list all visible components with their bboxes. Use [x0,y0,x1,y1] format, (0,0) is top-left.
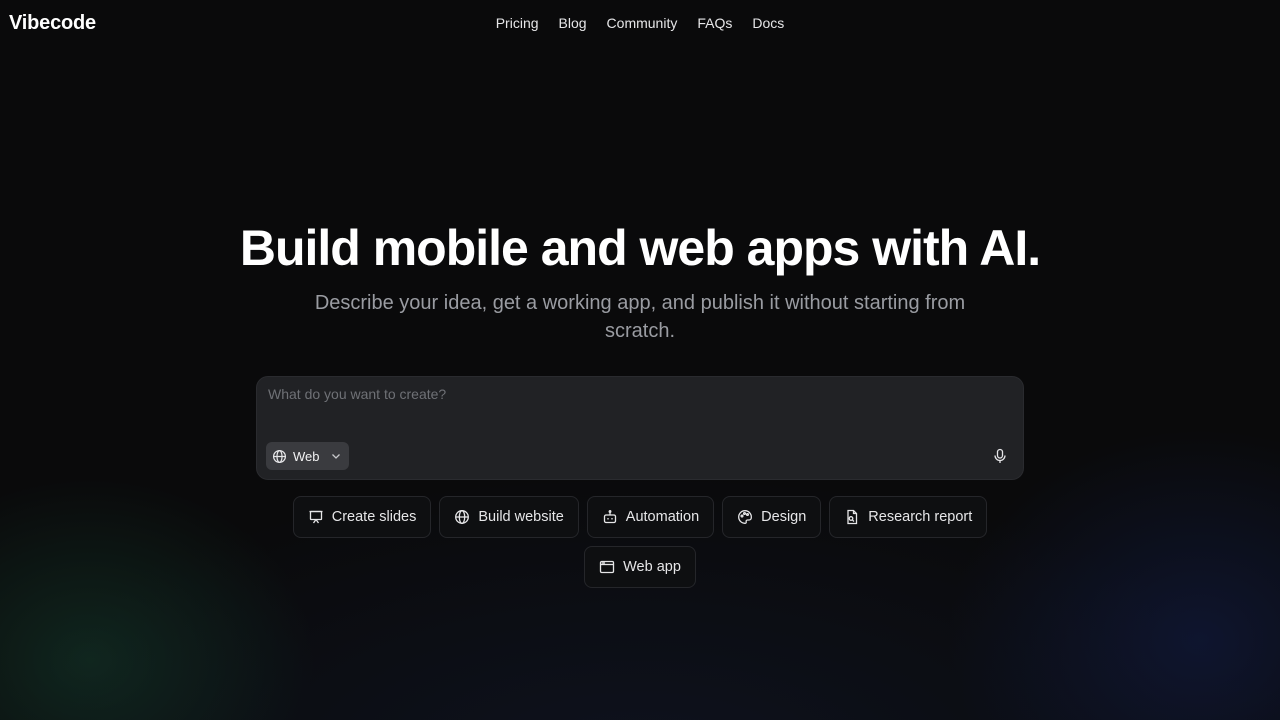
suggestion-automation[interactable]: Automation [586,496,715,538]
nav-item-docs[interactable]: Docs [752,15,784,31]
platform-select-label: Web [293,448,320,464]
hero-title: Build mobile and web apps with AI. [239,220,1041,276]
nav-item-faqs[interactable]: FAQs [697,15,732,31]
globe-icon [454,509,470,525]
chevron-down-icon [330,450,342,462]
top-nav: Pricing Blog Community FAQs Docs [0,15,1280,31]
presentation-icon [308,509,324,525]
suggestion-build-website[interactable]: Build website [439,496,579,538]
palette-icon [737,509,753,525]
nav-item-community[interactable]: Community [607,15,678,31]
suggestion-web-app[interactable]: Web app [584,546,696,588]
suggestion-chips: Create slides Build website Automation D… [280,496,1000,588]
suggestion-label: Research report [868,509,973,525]
hero-subtitle: Describe your idea, get a working app, a… [314,292,966,342]
nav-item-blog[interactable]: Blog [559,15,587,31]
prompt-input[interactable] [268,386,1008,414]
suggestion-label: Design [761,509,807,525]
suggestion-label: Automation [625,509,700,525]
suggestion-create-slides[interactable]: Create slides [292,496,432,538]
suggestion-research-report[interactable]: Research report [829,496,988,538]
globe-icon [272,449,287,464]
prompt-box: Web [256,376,1024,480]
suggestion-label: Build website [478,509,564,525]
browser-window-icon [599,559,615,575]
landing-page: Vibecode Pricing Blog Community FAQs Doc… [0,0,1280,720]
suggestion-design[interactable]: Design [722,496,822,538]
microphone-icon[interactable] [991,447,1009,465]
document-icon [844,509,860,525]
robot-icon [602,509,618,525]
platform-select[interactable]: Web [266,442,349,470]
suggestion-label: Web app [623,559,681,575]
nav-item-pricing[interactable]: Pricing [496,15,539,31]
suggestion-label: Create slides [331,509,417,525]
